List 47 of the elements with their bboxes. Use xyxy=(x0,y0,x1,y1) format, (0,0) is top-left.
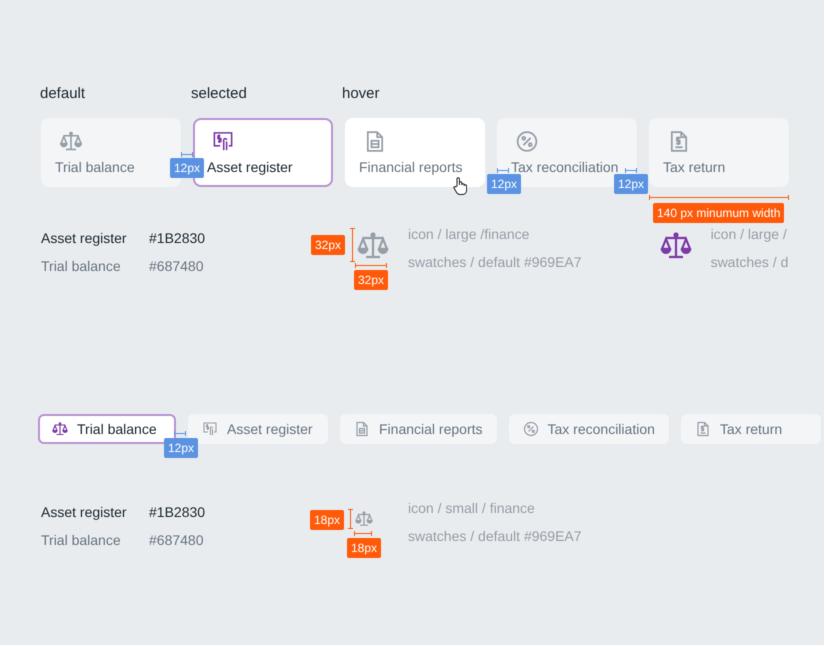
measure-label: 12px xyxy=(170,158,204,178)
spacing-bracket xyxy=(625,168,637,173)
state-label: selected xyxy=(191,85,248,102)
swatch-spec: swatches / d xyxy=(710,254,788,270)
category-chip[interactable]: Financial reports xyxy=(340,414,496,444)
measure-label: 32px xyxy=(354,270,388,290)
swatch-name: Trial balance xyxy=(41,532,122,548)
measure-label: 12px xyxy=(487,174,522,194)
width-bracket xyxy=(355,263,387,268)
icon-spec-name: icon / large / xyxy=(710,226,788,242)
measure-label: 140 px minumum width xyxy=(653,203,784,223)
height-bracket xyxy=(350,228,355,262)
spacing-bracket xyxy=(497,168,509,173)
measure-label: 12px xyxy=(614,174,648,194)
percent-icon xyxy=(522,421,538,437)
measure-label: 18px xyxy=(347,538,382,558)
scales-icon xyxy=(52,421,68,437)
measure-label: 18px xyxy=(310,510,344,530)
swatch-name: Trial balance xyxy=(41,258,122,274)
swatch-value: #687480 xyxy=(149,258,204,274)
state-label: default xyxy=(40,85,86,102)
measure-label: 12px xyxy=(164,438,198,458)
monitor-dollar-icon xyxy=(202,421,218,437)
document-icon xyxy=(354,421,370,437)
height-bracket xyxy=(348,509,353,529)
swatch-spec: swatches / default #969EA7 xyxy=(408,254,582,270)
category-card[interactable]: Tax return xyxy=(649,118,789,187)
swatch-name: Asset register xyxy=(41,504,128,520)
category-chip[interactable]: Asset register xyxy=(188,414,328,444)
spacing-bracket xyxy=(181,152,193,157)
measure-label: 32px xyxy=(311,235,346,255)
scales-icon xyxy=(355,510,373,528)
state-label: hover xyxy=(342,85,381,102)
category-chip[interactable]: Tax reconciliation xyxy=(508,414,669,444)
spacing-bracket xyxy=(174,431,186,436)
icon-spec-name: icon / small / finance xyxy=(408,500,536,516)
swatch-spec: swatches / default #969EA7 xyxy=(408,528,582,544)
dollar-document-icon xyxy=(694,421,711,437)
width-bracket xyxy=(354,531,372,536)
swatch-value: #687480 xyxy=(149,532,204,548)
category-chip[interactable]: Tax return xyxy=(680,414,821,444)
icon-spec-name: icon / large /finance xyxy=(408,226,530,242)
swatch-name: Asset register xyxy=(41,230,128,246)
swatch-value: #1B2830 xyxy=(149,504,206,520)
category-chip[interactable]: Trial balance xyxy=(38,414,176,444)
hand-cursor-icon xyxy=(453,177,467,195)
swatch-value: #1B2830 xyxy=(149,230,206,246)
